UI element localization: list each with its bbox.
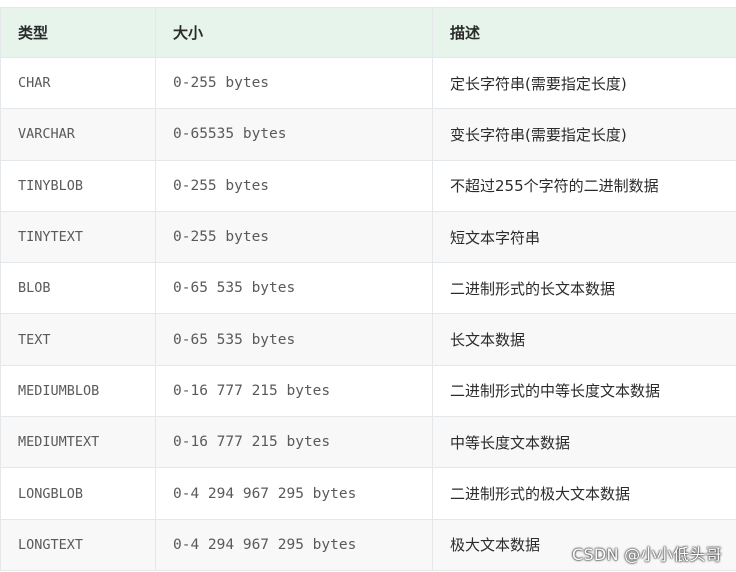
size-cell: 0-16 777 215 bytes <box>155 364 433 418</box>
desc-cell: 二进制形式的中等长度文本数据 <box>432 364 736 418</box>
size-cell: 0-4 294 967 295 bytes <box>155 467 433 520</box>
type-cell: TEXT <box>0 313 156 366</box>
csdn-watermark: CSDN @小小低头哥 <box>571 545 722 564</box>
desc-cell: 短文本字符串 <box>432 210 736 264</box>
header-type: 类型 <box>0 7 156 58</box>
table-row: CHAR 0-255 bytes 定长字符串(需要指定长度) <box>0 56 736 110</box>
size-cell: 0-255 bytes <box>155 159 433 212</box>
desc-cell: 二进制形式的长文本数据 <box>432 262 736 315</box>
header-row: 类型 大小 描述 <box>0 7 736 58</box>
data-type-table: 类型 大小 描述 CHAR 0-255 bytes 定长字符串(需要指定长度) … <box>0 7 736 571</box>
size-cell: 0-255 bytes <box>155 56 433 110</box>
table-row: TINYTEXT 0-255 bytes 短文本字符串 <box>0 210 736 264</box>
type-cell: CHAR <box>0 56 156 110</box>
type-cell: LONGTEXT <box>0 518 156 571</box>
table-body: CHAR 0-255 bytes 定长字符串(需要指定长度) VARCHAR 0… <box>0 56 736 571</box>
type-cell: TINYTEXT <box>0 210 156 264</box>
desc-cell: 变长字符串(需要指定长度) <box>432 108 736 161</box>
type-cell: LONGBLOB <box>0 467 156 520</box>
header-size: 大小 <box>155 7 433 58</box>
desc-cell: 长文本数据 <box>432 313 736 366</box>
size-cell: 0-255 bytes <box>155 210 433 264</box>
table-row: TEXT 0-65 535 bytes 长文本数据 <box>0 313 736 366</box>
type-cell: BLOB <box>0 262 156 315</box>
size-cell: 0-16 777 215 bytes <box>155 416 433 469</box>
type-cell: VARCHAR <box>0 108 156 161</box>
size-cell: 0-65535 bytes <box>155 108 433 161</box>
header-desc: 描述 <box>432 7 736 58</box>
desc-cell: 中等长度文本数据 <box>432 416 736 469</box>
table-row: VARCHAR 0-65535 bytes 变长字符串(需要指定长度) <box>0 108 736 161</box>
size-cell: 0-4 294 967 295 bytes <box>155 518 433 571</box>
desc-cell: 二进制形式的极大文本数据 <box>432 467 736 520</box>
type-cell: TINYBLOB <box>0 159 156 212</box>
table-header: 类型 大小 描述 <box>0 7 736 58</box>
table-row: LONGBLOB 0-4 294 967 295 bytes 二进制形式的极大文… <box>0 467 736 520</box>
desc-cell: 定长字符串(需要指定长度) <box>432 56 736 110</box>
desc-cell: 不超过255个字符的二进制数据 <box>432 159 736 212</box>
table-row: MEDIUMTEXT 0-16 777 215 bytes 中等长度文本数据 <box>0 416 736 469</box>
type-cell: MEDIUMTEXT <box>0 416 156 469</box>
table-row: TINYBLOB 0-255 bytes 不超过255个字符的二进制数据 <box>0 159 736 212</box>
size-cell: 0-65 535 bytes <box>155 313 433 366</box>
table-row: BLOB 0-65 535 bytes 二进制形式的长文本数据 <box>0 262 736 315</box>
size-cell: 0-65 535 bytes <box>155 262 433 315</box>
type-cell: MEDIUMBLOB <box>0 364 156 418</box>
table-row: MEDIUMBLOB 0-16 777 215 bytes 二进制形式的中等长度… <box>0 364 736 418</box>
